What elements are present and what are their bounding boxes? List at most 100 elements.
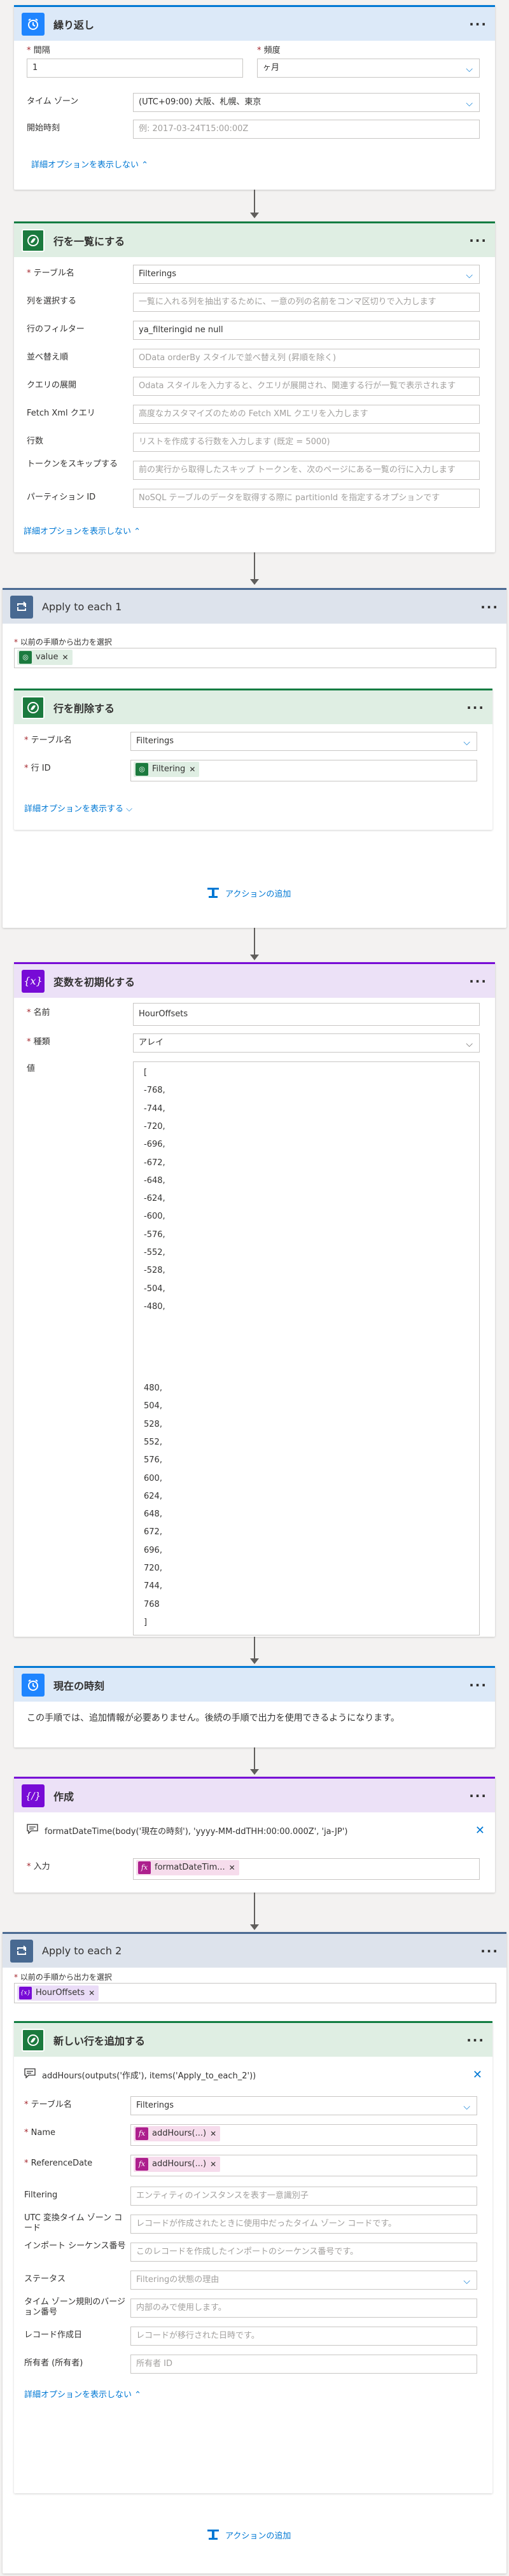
sort-by-label: 並べ替え順 bbox=[27, 353, 69, 362]
timezone-select[interactable]: (UTC+09:00) 大阪、札幌、東京 ⌵ bbox=[133, 93, 480, 112]
table-name-select[interactable]: Filterings ⌵ bbox=[130, 2096, 477, 2115]
expression-token[interactable]: fx addHours(...) ✕ bbox=[134, 2155, 221, 2173]
start-time-input[interactable]: 例: 2017-03-24T15:00:00Z bbox=[133, 120, 480, 139]
hour-offsets-token[interactable]: {x} HourOffsets ✕ bbox=[17, 1985, 99, 2001]
compose-input[interactable]: fx formatDateTim... ✕ bbox=[133, 1858, 480, 1880]
delete-row-header[interactable]: 行を削除する ··· bbox=[14, 689, 492, 724]
hide-advanced-link[interactable]: 詳細オプションを表示しない ⌃ bbox=[24, 524, 141, 536]
apply-to-each-2-header[interactable]: Apply to each 2 ··· bbox=[3, 1932, 506, 1968]
more-options-icon[interactable]: ··· bbox=[480, 599, 499, 615]
add-action-button[interactable]: アクションの追加 bbox=[206, 2528, 291, 2542]
variable-value-input[interactable]: [-768, -744, -720, -696, -672, -648, -624, -600… bbox=[133, 1061, 480, 1635]
current-time-header[interactable]: 現在の時刻 ··· bbox=[14, 1666, 495, 1702]
more-options-icon[interactable]: ··· bbox=[466, 2033, 485, 2048]
close-icon[interactable]: ✕ bbox=[189, 760, 195, 778]
dataverse-icon bbox=[22, 696, 45, 719]
timezone-rule-label: タイム ゾーン規則のバージョン番号 bbox=[24, 2297, 125, 2317]
apply-to-each-1-header[interactable]: Apply to each 1 ··· bbox=[3, 588, 506, 624]
filtering-input[interactable]: エンティティのインスタンスを表す一意識別子 bbox=[130, 2187, 477, 2206]
array-value-line: -600, bbox=[144, 1212, 165, 1222]
row-count-input[interactable]: リストを作成する行数を入力します (既定 = 5000) bbox=[133, 433, 480, 452]
expression-token[interactable]: fx formatDateTim... ✕ bbox=[136, 1860, 239, 1875]
init-variable-header[interactable]: {x} 変数を初期化する ··· bbox=[14, 962, 495, 998]
fetch-xml-input[interactable]: 高度なカスタマイズのための Fetch XML クエリを入力します bbox=[133, 405, 480, 424]
close-icon[interactable]: ✕ bbox=[88, 1984, 95, 2002]
apply-to-each-2-card: Apply to each 2 ··· * 以前の手順から出力を選択 {x} Ho… bbox=[3, 1932, 506, 2573]
expression-text: addHours(outputs('作成'), items('Apply_to_… bbox=[42, 2071, 256, 2081]
chevron-down-icon: ⌵ bbox=[466, 99, 473, 109]
select-output-input[interactable]: {x} HourOffsets ✕ bbox=[14, 1983, 496, 2003]
info-message: この手順では、追加情報が必要ありません。後続の手順で出力を使用できるようになりま… bbox=[27, 1713, 400, 1723]
token-label: value bbox=[36, 652, 59, 662]
more-options-icon[interactable]: ··· bbox=[469, 233, 487, 248]
chevron-down-icon: ⌵ bbox=[463, 738, 470, 748]
array-value-line: -624, bbox=[144, 1194, 165, 1204]
variable-type-select[interactable]: アレイ ⌵ bbox=[133, 1033, 480, 1053]
name-label: * 名前 bbox=[27, 1008, 50, 1018]
add-action-icon bbox=[206, 886, 220, 900]
select-columns-input[interactable]: 一覧に入れる列を抽出するために、一意の列の名前をコンマ区切りで入力します bbox=[133, 293, 480, 312]
more-options-icon[interactable]: ··· bbox=[469, 17, 487, 32]
chevron-down-icon: ⌵ bbox=[463, 2102, 470, 2112]
array-value-line: 744, bbox=[144, 1581, 162, 1592]
timezone-label: タイム ゾーン bbox=[27, 97, 79, 106]
status-select[interactable]: Filteringの状態の理由 ⌵ bbox=[130, 2271, 477, 2290]
expression-text: formatDateTime(body('現在の時刻'), 'yyyy-MM-d… bbox=[45, 1826, 348, 1837]
utc-timezone-input[interactable]: レコードが作成されたときに使用中だったタイム ゾーン コードです。 bbox=[130, 2215, 477, 2234]
input-label: * 入力 bbox=[27, 1862, 50, 1872]
more-options-icon[interactable]: ··· bbox=[466, 700, 485, 715]
timezone-rule-input[interactable]: 内部のみで使用します。 bbox=[130, 2299, 477, 2318]
hide-advanced-link[interactable]: 詳細オプションを表示しない ⌃ bbox=[31, 158, 148, 170]
expression-token[interactable]: fx addHours(...) ✕ bbox=[134, 2125, 221, 2143]
table-name-value: Filterings bbox=[136, 2101, 174, 2110]
close-icon[interactable]: ✕ bbox=[62, 648, 69, 666]
close-icon[interactable]: ✕ bbox=[210, 2155, 216, 2173]
compose-header[interactable]: {∕} 作成 ··· bbox=[14, 1777, 495, 1812]
filter-rows-label: 行のフィルター bbox=[27, 325, 85, 334]
filter-rows-input[interactable]: ya_filteringid ne null bbox=[133, 321, 480, 340]
add-row-card: 新しい行を追加する ··· addHours(outputs('作成'), it… bbox=[14, 2021, 492, 2493]
close-icon[interactable]: ✕ bbox=[210, 2125, 216, 2143]
array-value-line: -696, bbox=[144, 1140, 165, 1150]
add-row-header[interactable]: 新しい行を追加する ··· bbox=[14, 2021, 492, 2057]
add-action-button[interactable]: アクションの追加 bbox=[206, 886, 291, 900]
import-sequence-input[interactable]: このレコードを作成したインポートのシーケンス番号です。 bbox=[130, 2243, 477, 2262]
variable-icon: {x} bbox=[19, 1987, 32, 1999]
current-time-card: 現在の時刻 ··· この手順では、追加情報が必要ありません。後続の手順で出力を使… bbox=[14, 1666, 495, 1747]
value-token[interactable]: ◎ value ✕ bbox=[17, 650, 73, 665]
show-advanced-link[interactable]: 詳細オプションを表示する ⌵ bbox=[24, 802, 132, 814]
partition-id-input[interactable]: NoSQL テーブルのデータを取得する際に partitionId を指定するオ… bbox=[133, 489, 480, 508]
filtering-token[interactable]: ◎ Filtering ✕ bbox=[134, 760, 200, 778]
recurrence-header[interactable]: 繰り返し ··· bbox=[14, 5, 495, 41]
table-name-select[interactable]: Filterings ⌵ bbox=[133, 265, 480, 284]
hide-advanced-link[interactable]: 詳細オプションを表示しない ⌃ bbox=[24, 2388, 141, 2400]
dataverse-icon: ◎ bbox=[136, 763, 148, 776]
select-output-input[interactable]: ◎ value ✕ bbox=[14, 648, 496, 668]
list-rows-header[interactable]: 行を一覧にする ··· bbox=[14, 221, 495, 257]
loop-icon bbox=[10, 595, 33, 619]
variable-name-input[interactable]: HourOffsets bbox=[133, 1003, 480, 1026]
array-value-line: 576, bbox=[144, 1455, 162, 1466]
more-options-icon[interactable]: ··· bbox=[469, 1677, 487, 1693]
more-options-icon[interactable]: ··· bbox=[480, 1943, 499, 1959]
close-icon[interactable]: ✕ bbox=[229, 1859, 235, 1877]
sort-by-input[interactable]: OData orderBy スタイルで並べ替え列 (昇順を除く) bbox=[133, 349, 480, 368]
name-input[interactable]: fx addHours(...) ✕ bbox=[130, 2124, 477, 2146]
frequency-select[interactable]: ヶ月 ⌵ bbox=[257, 59, 480, 78]
owner-input[interactable]: 所有者 ID bbox=[130, 2355, 477, 2374]
expand-query-input[interactable]: Odata スタイルを入力すると、クエリが展開され、関連する行が一覧で表示されま… bbox=[133, 377, 480, 396]
table-name-select[interactable]: Filterings ⌵ bbox=[130, 732, 477, 751]
row-id-input[interactable]: ◎ Filtering ✕ bbox=[130, 760, 477, 781]
close-icon[interactable]: ✕ bbox=[475, 1824, 485, 1837]
more-options-icon[interactable]: ··· bbox=[469, 1788, 487, 1803]
record-created-input[interactable]: レコードが移行された日時です。 bbox=[130, 2327, 477, 2346]
add-action-label: アクションの追加 bbox=[225, 2531, 291, 2541]
utc-timezone-label: UTC 変換タイム ゾーン コード bbox=[24, 2213, 123, 2233]
skip-token-input[interactable]: 前の実行から取得したスキップ トークンを、次のページにある一覧の行に入力します bbox=[133, 461, 480, 480]
reference-date-input[interactable]: fx addHours(...) ✕ bbox=[130, 2155, 477, 2176]
more-options-icon[interactable]: ··· bbox=[469, 974, 487, 989]
close-icon[interactable]: ✕ bbox=[473, 2068, 482, 2082]
comment-icon bbox=[27, 1824, 38, 1837]
table-name-label: * テーブル名 bbox=[24, 736, 72, 745]
array-value-line: -720, bbox=[144, 1121, 165, 1131]
